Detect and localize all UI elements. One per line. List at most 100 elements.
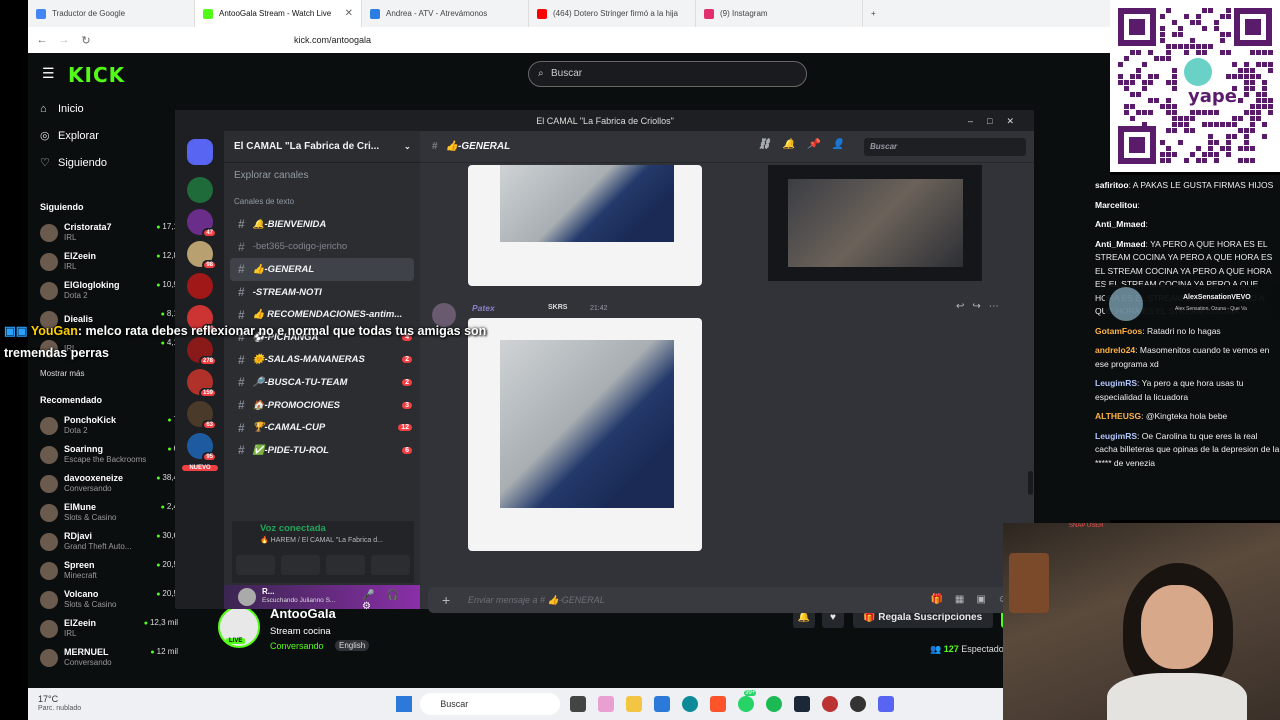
sidebar-channel[interactable]: SpreenMinecraft20,5	[28, 556, 178, 585]
chat-username[interactable]: Marcelitou	[1095, 200, 1138, 210]
dota-icon[interactable]	[822, 696, 839, 712]
channel-name: PonchoKick	[64, 415, 117, 425]
obs-icon[interactable]	[850, 696, 867, 712]
chat-username[interactable]: safiritoo	[1095, 180, 1129, 190]
nav-inicio[interactable]: ⌂ Inicio	[28, 95, 178, 122]
spotify-icon[interactable]	[766, 696, 783, 712]
new-tab-button[interactable]: +	[863, 0, 893, 27]
menu-icon[interactable]: ☰	[42, 65, 55, 82]
nav-siguiendo[interactable]: ♡ Siguiendo	[28, 149, 178, 176]
voice-channel[interactable]: 🔥 HAREM / El CAMAL "La Fabrica d...	[260, 536, 383, 544]
channel-item[interactable]: # 👍-GENERAL	[230, 258, 414, 281]
server-icon[interactable]: 95	[187, 433, 217, 462]
chat-username[interactable]: GotamFoos	[1095, 326, 1142, 336]
camera-off-icon[interactable]	[236, 555, 275, 575]
sidebar-channel[interactable]: VolcanoSlots & Casino20,5	[28, 585, 178, 614]
kick-search-input[interactable]: ⌕ Buscar	[528, 61, 807, 87]
message-author[interactable]: Patex	[472, 303, 495, 313]
sidebar-channel[interactable]: ElZeeinIRL12,8	[28, 247, 178, 276]
tab-youtube[interactable]: (464) Dotero Stringer firmó a la hija	[529, 0, 696, 27]
window-controls[interactable]: –□✕	[968, 111, 1028, 131]
channel-text: Spreen Minecraft	[64, 560, 97, 581]
edge-icon[interactable]	[682, 696, 699, 712]
channel-item[interactable]: # 🔎-BUSCA-TU-TEAM 2	[224, 371, 420, 394]
brave-icon[interactable]	[710, 696, 727, 712]
album-art	[1109, 287, 1143, 321]
taskbar-search[interactable]: Buscar	[420, 693, 561, 715]
explore-channels[interactable]: Explorar canales	[224, 165, 420, 187]
chat-username[interactable]: ALTHEUSG	[1095, 411, 1141, 421]
windows-start-icon[interactable]	[396, 696, 413, 712]
copilot-icon[interactable]	[598, 696, 615, 712]
channel-item[interactable]: # 🔔-BIENVENIDA	[224, 213, 420, 236]
message-actions[interactable]: ↩↪⋯	[956, 301, 1007, 312]
language-tag[interactable]: English	[335, 640, 370, 651]
viewer-count: 12,3 mil	[144, 618, 178, 627]
message-input[interactable]: + Enviar mensaje a # 👍-GENERAL 🎁▦▣☺	[428, 587, 1026, 613]
steam-icon[interactable]	[794, 696, 811, 712]
whatsapp-icon[interactable]: 99+	[738, 690, 757, 712]
message-image-2[interactable]	[768, 165, 982, 281]
message-image-1[interactable]	[468, 165, 702, 286]
store-icon[interactable]	[654, 696, 671, 712]
server-icon[interactable]: 47	[187, 209, 217, 238]
chat-username[interactable]: LeugimRS	[1095, 378, 1137, 388]
sidebar-channel[interactable]: MERNUELConversando 12 mil	[28, 643, 178, 672]
discord-home-icon[interactable]	[187, 139, 213, 165]
sidebar-channel[interactable]: ElZeeinIRL 12,3 mil	[28, 614, 178, 643]
tab-instagram[interactable]: (9) Instagram	[696, 0, 863, 27]
screen-share-icon[interactable]	[281, 555, 320, 575]
tab-translate[interactable]: Traductor de Google	[28, 0, 195, 27]
tab-atv[interactable]: Andrea - ATV - Atrevámonos	[362, 0, 529, 27]
sidebar-channel[interactable]: SoarinngEscape the Backrooms6	[28, 440, 178, 469]
task-view-icon[interactable]	[570, 696, 587, 712]
chat-username[interactable]: Anti_Mmaed	[1095, 239, 1146, 249]
channel-item[interactable]: # 🏆-CAMAL-CUP 12	[224, 416, 420, 439]
sidebar-channel[interactable]: PonchoKickDota 27	[28, 411, 178, 440]
back-icon[interactable]: ←	[34, 34, 50, 46]
user-avatar[interactable]	[238, 588, 256, 606]
sidebar-channel[interactable]: Cristorata7IRL17,1	[28, 218, 178, 247]
chat-scrollbar[interactable]	[1028, 471, 1033, 495]
spotify-popup: AlexSensationVEVO Alex Sensation, Ozuna …	[1105, 285, 1280, 321]
chat-username[interactable]: LeugimRS	[1095, 431, 1137, 441]
url-field[interactable]: kick.com/antoogala	[294, 35, 371, 45]
discord-taskbar-icon[interactable]	[878, 696, 895, 712]
discord-search-input[interactable]: Buscar	[864, 138, 1026, 156]
channel-name: 🏠-PROMOCIONES	[252, 399, 340, 411]
sidebar-channel[interactable]: ElGloglokingDota 210,9	[28, 276, 178, 305]
soundboard-icon[interactable]	[371, 555, 410, 575]
category-header[interactable]: Canales de texto	[224, 191, 420, 213]
forward-icon[interactable]: →	[56, 34, 72, 46]
channel-item[interactable]: # ✅-PIDE-TU-ROL 6	[224, 439, 420, 462]
server-icon[interactable]	[187, 273, 213, 299]
guild-header[interactable]: El CAMAL "La Fabrica de Cri... ⌄	[224, 131, 420, 163]
channel-item[interactable]: # -bet365-codigo-jericho	[224, 236, 420, 259]
server-icon[interactable]	[187, 177, 213, 203]
channel-item[interactable]: # -STREAM-NOTI	[224, 281, 420, 304]
server-icon[interactable]: 159	[187, 369, 217, 398]
kick-logo[interactable]: KICK	[68, 63, 125, 87]
activities-icon[interactable]	[326, 555, 365, 575]
header-tool-icons[interactable]: ⛓🔔📌👤	[758, 139, 856, 150]
plus-icon[interactable]: +	[442, 587, 450, 613]
nav-explorar[interactable]: ◎ Explorar	[28, 122, 178, 149]
channel-text: RDjavi Grand Theft Auto...	[64, 531, 131, 552]
server-icon[interactable]: 98	[187, 241, 217, 270]
channel-item[interactable]: # 🏠-PROMOCIONES 3	[224, 394, 420, 417]
show-more-link[interactable]: Mostrar más	[28, 363, 178, 385]
file-explorer-icon[interactable]	[626, 696, 643, 712]
close-tab-icon[interactable]: ✕	[345, 8, 353, 19]
mic-headset-settings[interactable]: 🎤🎧⚙	[362, 590, 420, 612]
weather-widget[interactable]: 17°C Parc. nublado	[38, 694, 81, 714]
sidebar-channel[interactable]: RDjaviGrand Theft Auto...30,6	[28, 527, 178, 556]
sidebar-channel[interactable]: davooxeneizeConversando38,4	[28, 469, 178, 498]
reload-icon[interactable]: ↻	[78, 34, 94, 47]
chat-username[interactable]: Anti_Mmaed	[1095, 219, 1146, 229]
category-link[interactable]: Conversando	[270, 641, 324, 651]
channel-name: Cristorata7	[64, 222, 112, 232]
chat-username[interactable]: andrelo24	[1095, 345, 1135, 355]
tab-kick[interactable]: AntooGala Stream - Watch Live ✕	[195, 0, 362, 27]
server-icon[interactable]: 63	[187, 401, 217, 430]
sidebar-channel[interactable]: ElMuneSlots & Casino2,4	[28, 498, 178, 527]
